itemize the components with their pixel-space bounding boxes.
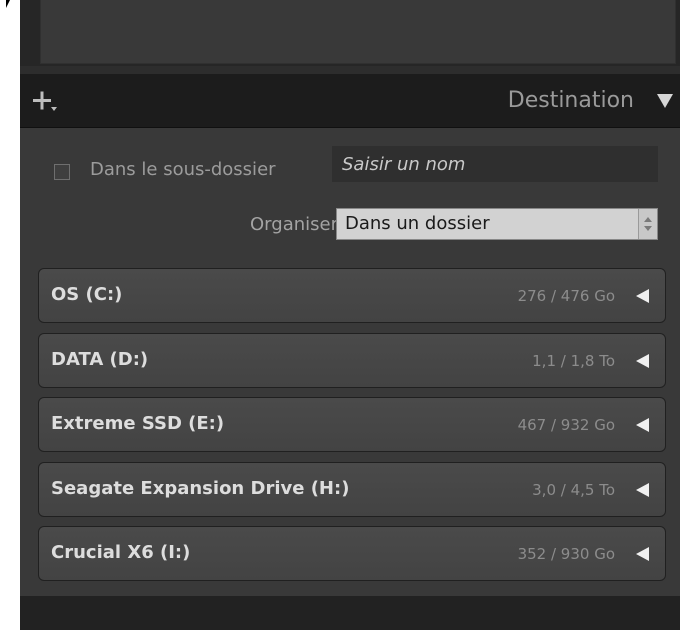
- panel-title: Destination: [507, 88, 634, 113]
- subfolder-name-input[interactable]: [332, 146, 658, 182]
- drive-row-d[interactable]: DATA (D:) 1,1 / 1,8 To: [38, 332, 666, 388]
- destination-panel: Destination Dans le sous-dossier Organis…: [20, 0, 680, 630]
- triangle-left-icon[interactable]: [633, 352, 651, 370]
- drive-name: Seagate Expansion Drive (H:): [51, 477, 350, 499]
- drive-row-e[interactable]: Extreme SSD (E:) 467 / 932 Go: [38, 397, 666, 452]
- organise-selected-value: Dans un dossier: [345, 213, 490, 234]
- corner-fragment-icon: [6, 0, 10, 8]
- subfolder-checkbox[interactable]: [54, 164, 70, 180]
- drive-size: 276 / 476 Go: [517, 287, 615, 305]
- drive-row-h[interactable]: Seagate Expansion Drive (H:) 3,0 / 4,5 T…: [38, 461, 666, 517]
- organise-select[interactable]: Dans un dossier: [336, 208, 658, 240]
- drive-size: 1,1 / 1,8 To: [532, 351, 615, 370]
- drive-name: DATA (D:): [51, 348, 149, 370]
- panel-header[interactable]: Destination: [20, 74, 680, 128]
- panel-separator: [20, 66, 680, 74]
- triangle-left-icon[interactable]: [633, 287, 651, 305]
- triangle-left-icon[interactable]: [633, 545, 651, 563]
- drive-name: OS (C:): [51, 284, 123, 305]
- drive-name: Extreme SSD (E:): [51, 413, 225, 434]
- drive-name: Crucial X6 (I:): [51, 542, 191, 563]
- panel-body: Dans le sous-dossier Organiser Dans un d…: [20, 128, 680, 596]
- previous-panel-area: [40, 0, 676, 64]
- subfolder-label: Dans le sous-dossier: [90, 159, 276, 180]
- organise-label: Organiser: [250, 214, 338, 235]
- triangle-down-icon[interactable]: [654, 91, 676, 111]
- plus-dropdown-icon[interactable]: [30, 87, 60, 115]
- drive-row-i[interactable]: Crucial X6 (I:) 352 / 930 Go: [38, 526, 666, 581]
- panel-footer: [20, 596, 680, 630]
- drive-size: 467 / 932 Go: [517, 416, 615, 434]
- drive-row-c[interactable]: OS (C:) 276 / 476 Go: [38, 268, 666, 323]
- triangle-left-icon[interactable]: [633, 416, 651, 434]
- up-down-arrows-icon: [638, 209, 657, 239]
- drive-list: OS (C:) 276 / 476 Go DATA (D:) 1,1 / 1,8…: [38, 268, 666, 591]
- drive-size: 3,0 / 4,5 To: [532, 480, 615, 499]
- triangle-left-icon[interactable]: [633, 481, 651, 499]
- drive-size: 352 / 930 Go: [517, 545, 615, 563]
